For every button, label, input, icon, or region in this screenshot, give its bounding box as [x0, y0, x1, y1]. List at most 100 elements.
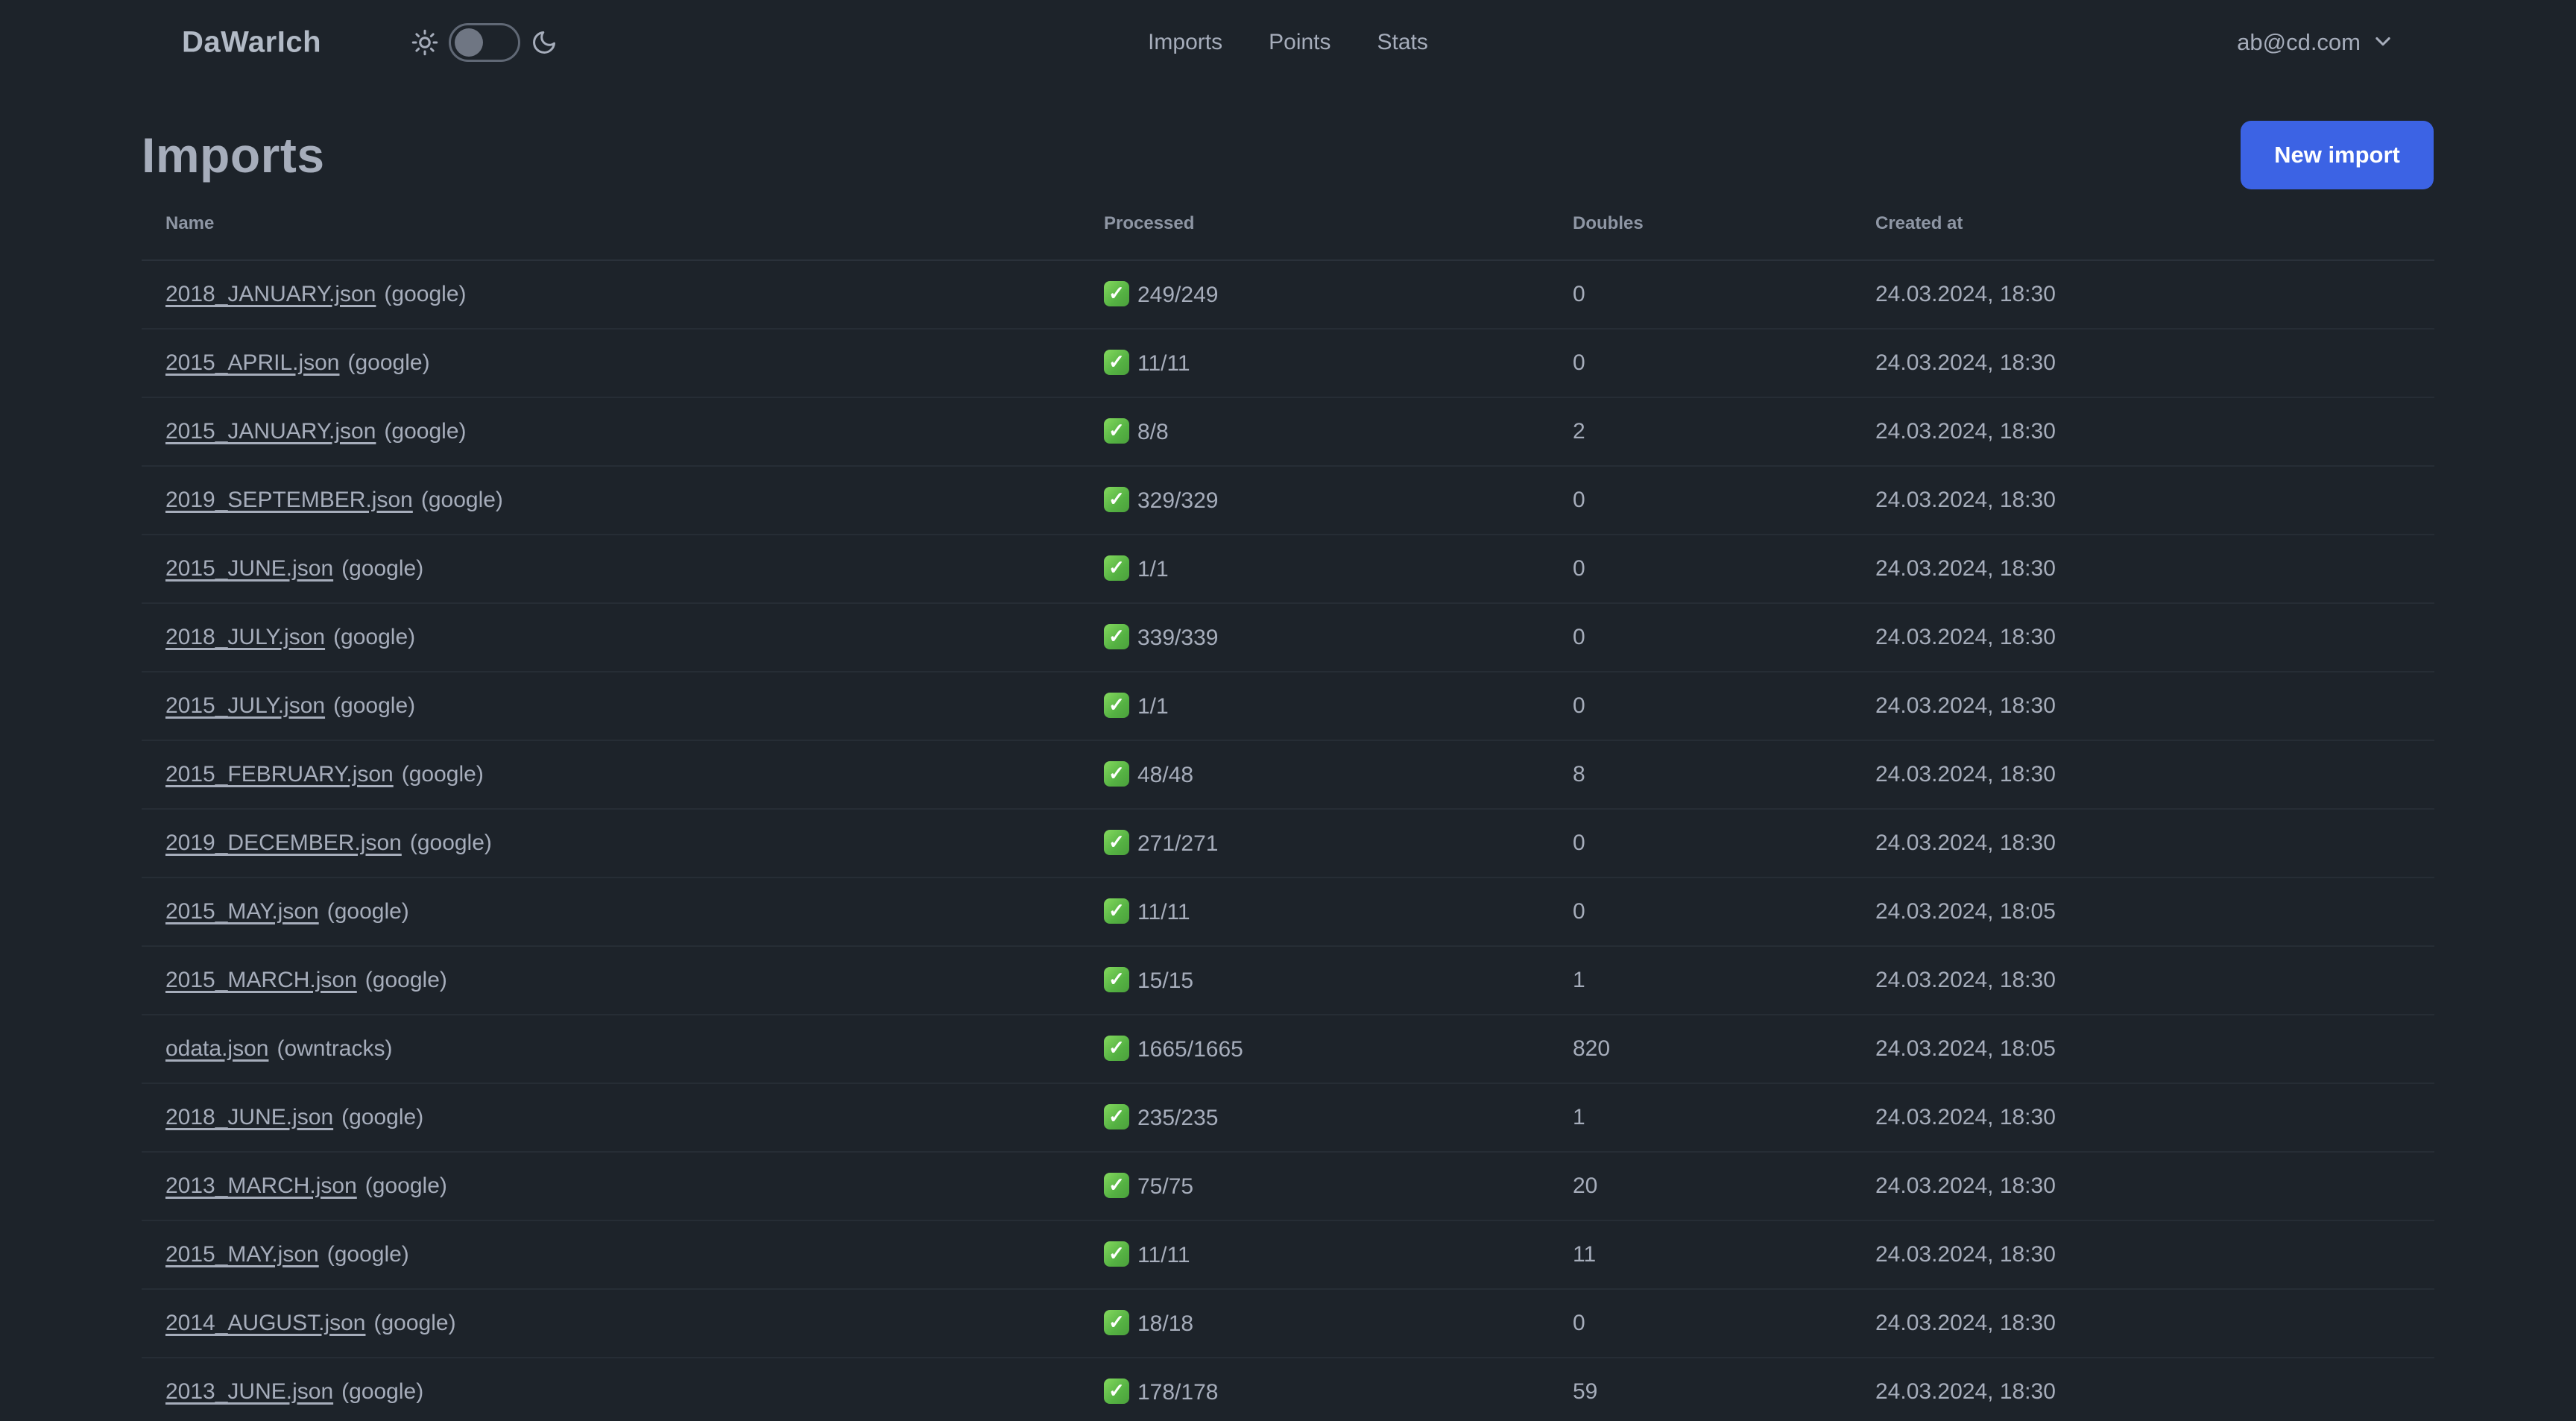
import-source: (google) — [341, 1379, 424, 1404]
moon-icon — [531, 29, 558, 56]
sun-icon — [411, 29, 438, 56]
import-source: (google) — [326, 899, 409, 924]
created-at: 24.03.2024, 18:30 — [1852, 946, 2434, 1015]
import-file-link[interactable]: 2015_APRIL.json — [165, 350, 340, 375]
doubles-count: 1 — [1549, 1083, 1852, 1153]
doubles-count: 0 — [1549, 603, 1852, 672]
created-at: 24.03.2024, 18:30 — [1852, 603, 2434, 672]
name-cell: 2019_DECEMBER.json (google) — [142, 809, 1080, 878]
processed-count: 1/1 — [1137, 557, 1169, 582]
import-file-link[interactable]: 2019_DECEMBER.json — [165, 831, 402, 855]
processed-count: 178/178 — [1137, 1380, 1219, 1405]
table-row: 2015_JULY.json (google) 1/1 0 24.03.2024,… — [142, 672, 2434, 741]
import-file-link[interactable]: 2014_AUGUST.json — [165, 1311, 365, 1335]
created-at: 24.03.2024, 18:30 — [1852, 1289, 2434, 1358]
check-mark-icon — [1104, 1310, 1129, 1335]
table-row: 2013_JUNE.json (google) 178/178 59 24.03.… — [142, 1358, 2434, 1421]
processed-cell: 8/8 — [1080, 397, 1549, 467]
import-file-link[interactable]: 2019_SEPTEMBER.json — [165, 488, 413, 512]
processed-cell: 249/249 — [1080, 260, 1549, 330]
import-file-link[interactable]: 2015_MAY.json — [165, 899, 319, 924]
theme-toggle[interactable] — [449, 23, 520, 62]
import-source: (google) — [341, 1105, 424, 1129]
processed-count: 11/11 — [1137, 1243, 1190, 1267]
theme-switcher — [411, 23, 558, 62]
imports-table: Name Processed Doubles Created at 2018_J… — [142, 194, 2434, 1421]
import-file-link[interactable]: 2015_MAY.json — [165, 1242, 319, 1267]
name-cell: 2015_MAY.json (google) — [142, 1220, 1080, 1290]
created-at: 24.03.2024, 18:30 — [1852, 1152, 2434, 1221]
user-menu[interactable]: ab@cd.com — [2237, 29, 2393, 56]
import-file-link[interactable]: odata.json — [165, 1036, 268, 1061]
name-cell: 2015_MARCH.json (google) — [142, 946, 1080, 1015]
nav-link-imports[interactable]: Imports — [1148, 30, 1222, 55]
check-mark-icon — [1104, 487, 1129, 512]
import-file-link[interactable]: 2015_MARCH.json — [165, 968, 357, 992]
created-at: 24.03.2024, 18:30 — [1852, 1358, 2434, 1421]
doubles-count: 820 — [1549, 1015, 1852, 1084]
check-mark-icon — [1104, 761, 1129, 787]
check-mark-icon — [1104, 1036, 1129, 1061]
doubles-count: 11 — [1549, 1220, 1852, 1290]
processed-count: 249/249 — [1137, 283, 1219, 307]
import-file-link[interactable]: 2018_JANUARY.json — [165, 282, 376, 306]
import-source: (google) — [347, 350, 430, 375]
import-file-link[interactable]: 2015_JULY.json — [165, 693, 325, 718]
table-row: 2013_MARCH.json (google) 75/75 20 24.03.2… — [142, 1152, 2434, 1221]
doubles-count: 0 — [1549, 672, 1852, 741]
import-file-link[interactable]: 2013_JUNE.json — [165, 1379, 333, 1404]
check-mark-icon — [1104, 1173, 1129, 1198]
import-file-link[interactable]: 2015_FEBRUARY.json — [165, 762, 394, 787]
processed-cell: 11/11 — [1080, 329, 1549, 398]
name-cell: 2018_JUNE.json (google) — [142, 1083, 1080, 1153]
processed-count: 271/271 — [1137, 831, 1219, 856]
nav-link-stats[interactable]: Stats — [1377, 30, 1428, 55]
name-cell: 2015_JANUARY.json (google) — [142, 397, 1080, 467]
doubles-count: 20 — [1549, 1152, 1852, 1221]
created-at: 24.03.2024, 18:30 — [1852, 329, 2434, 398]
nav-link-points[interactable]: Points — [1269, 30, 1330, 55]
processed-cell: 235/235 — [1080, 1083, 1549, 1153]
import-file-link[interactable]: 2015_JANUARY.json — [165, 419, 376, 444]
app-logo[interactable]: DaWarIch — [182, 26, 321, 60]
table-row: 2018_JANUARY.json (google) 249/249 0 24.0… — [142, 260, 2434, 330]
created-at: 24.03.2024, 18:30 — [1852, 809, 2434, 878]
processed-cell: 271/271 — [1080, 809, 1549, 878]
table-row: 2018_JULY.json (google) 339/339 0 24.03.2… — [142, 603, 2434, 672]
created-at: 24.03.2024, 18:05 — [1852, 1015, 2434, 1084]
column-header-doubles: Doubles — [1549, 194, 1852, 261]
import-file-link[interactable]: 2018_JUNE.json — [165, 1105, 333, 1129]
new-import-button[interactable]: New import — [2241, 121, 2434, 189]
processed-cell: 339/339 — [1080, 603, 1549, 672]
page-title: Imports — [142, 127, 325, 183]
table-row: 2018_JUNE.json (google) 235/235 1 24.03.2… — [142, 1083, 2434, 1153]
processed-count: 235/235 — [1137, 1106, 1219, 1130]
created-at: 24.03.2024, 18:30 — [1852, 535, 2434, 604]
check-mark-icon — [1104, 1104, 1129, 1129]
processed-cell: 329/329 — [1080, 466, 1549, 535]
column-header-name: Name — [142, 194, 1080, 261]
check-mark-icon — [1104, 898, 1129, 924]
table-row: 2014_AUGUST.json (google) 18/18 0 24.03.2… — [142, 1289, 2434, 1358]
doubles-count: 1 — [1549, 946, 1852, 1015]
processed-count: 75/75 — [1137, 1174, 1194, 1199]
check-mark-icon — [1104, 281, 1129, 306]
check-mark-icon — [1104, 418, 1129, 444]
import-file-link[interactable]: 2015_JUNE.json — [165, 556, 333, 581]
user-email: ab@cd.com — [2237, 29, 2361, 55]
table-row: 2019_SEPTEMBER.json (google) 329/329 0 24… — [142, 466, 2434, 535]
table-row: 2015_MAY.json (google) 11/11 0 24.03.2024… — [142, 878, 2434, 947]
import-source: (google) — [373, 1311, 456, 1335]
doubles-count: 0 — [1549, 809, 1852, 878]
table-row: 2015_APRIL.json (google) 11/11 0 24.03.20… — [142, 329, 2434, 398]
import-source: (google) — [364, 968, 447, 992]
import-source: (google) — [333, 625, 416, 649]
check-mark-icon — [1104, 624, 1129, 649]
name-cell: 2015_JUNE.json (google) — [142, 535, 1080, 604]
import-file-link[interactable]: 2013_MARCH.json — [165, 1173, 357, 1198]
table-header-row: Name Processed Doubles Created at — [142, 194, 2434, 261]
name-cell: 2014_AUGUST.json (google) — [142, 1289, 1080, 1358]
import-source: (owntracks) — [277, 1036, 393, 1061]
created-at: 24.03.2024, 18:30 — [1852, 740, 2434, 810]
import-file-link[interactable]: 2018_JULY.json — [165, 625, 325, 649]
